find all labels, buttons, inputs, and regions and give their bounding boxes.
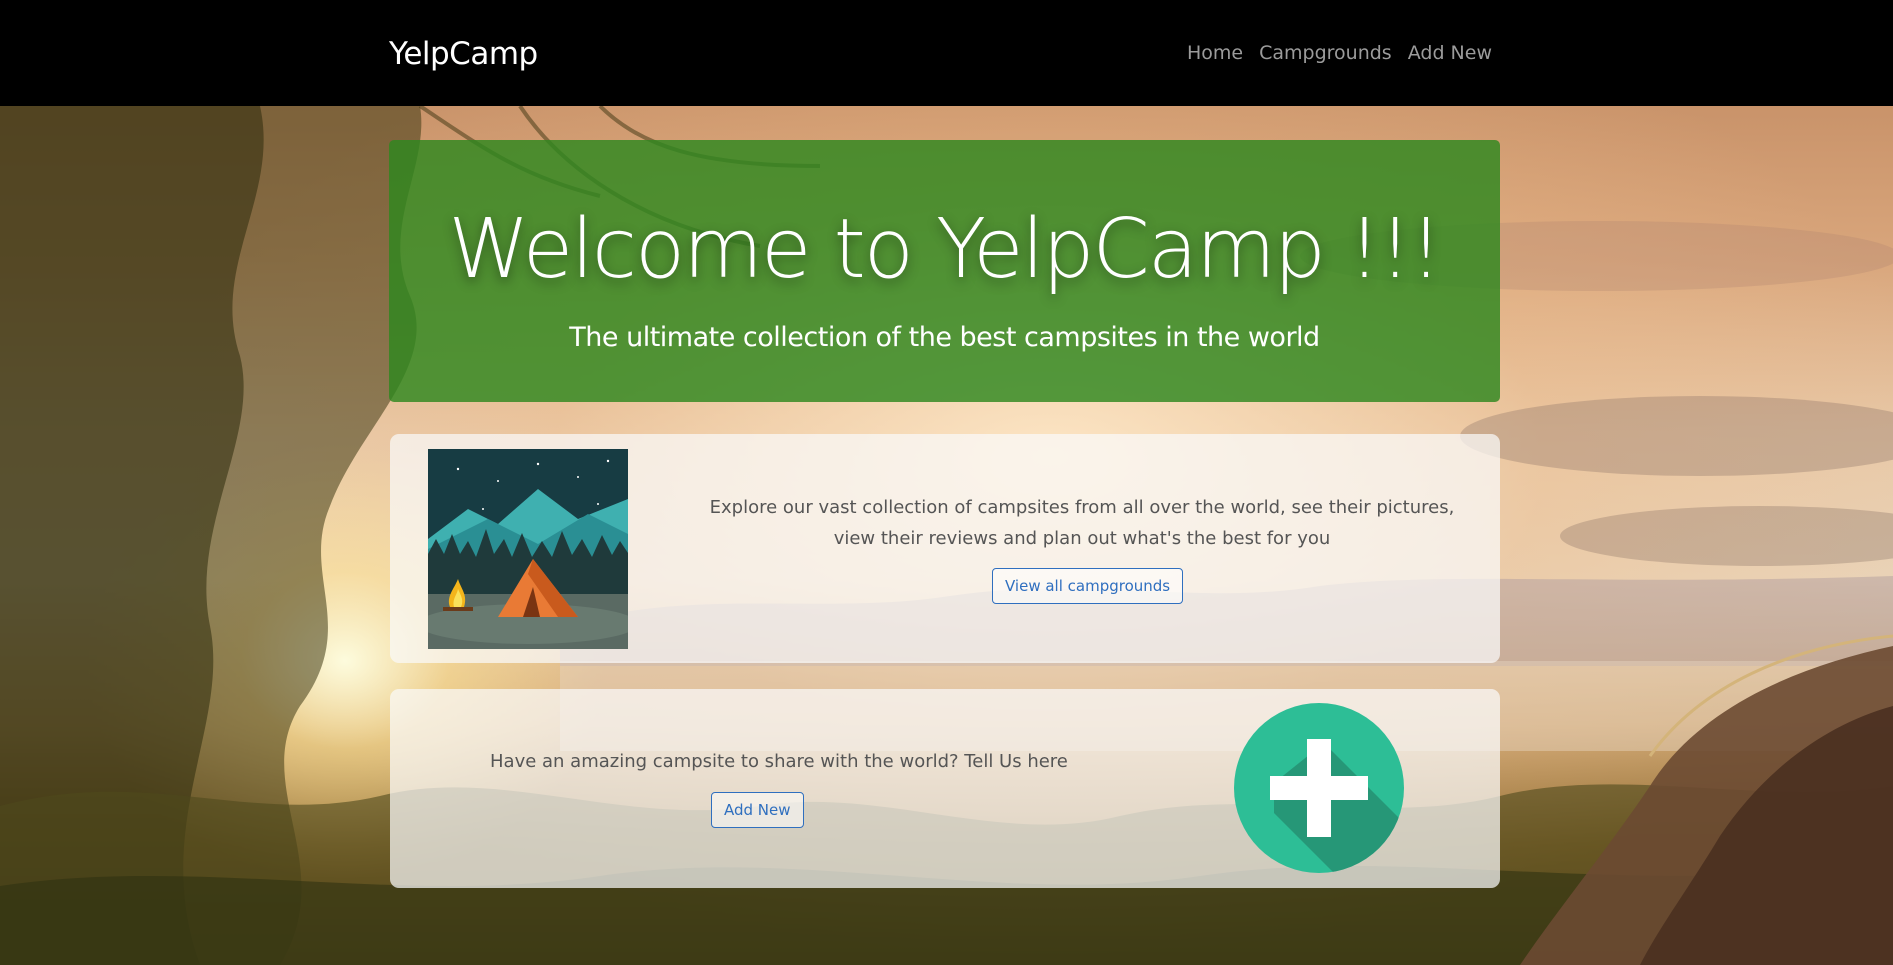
add-new-button[interactable]: Add New	[711, 792, 804, 828]
explore-card: Explore our vast collection of campsites…	[390, 434, 1500, 663]
navbar: YelpCamp Home Campgrounds Add New	[0, 0, 1893, 106]
nav-link-home[interactable]: Home	[1187, 42, 1243, 64]
tent-campfire-illustration-icon	[428, 449, 628, 649]
hero-jumbotron: Welcome to YelpCamp !!! The ultimate col…	[389, 140, 1500, 402]
add-campsite-description: Have an amazing campsite to share with t…	[490, 751, 1068, 772]
plus-icon[interactable]	[1234, 703, 1404, 873]
add-campsite-card: Have an amazing campsite to share with t…	[390, 689, 1500, 888]
view-all-campgrounds-button[interactable]: View all campgrounds	[992, 568, 1184, 604]
brand-logo[interactable]: YelpCamp	[389, 36, 538, 72]
nav-link-campgrounds[interactable]: Campgrounds	[1259, 42, 1392, 64]
hero-subtitle: The ultimate collection of the best camp…	[569, 322, 1320, 353]
explore-description: Explore our vast collection of campsites…	[709, 497, 1455, 549]
hero-title: Welcome to YelpCamp !!!	[448, 202, 1442, 297]
nav-links: Home Campgrounds Add New	[1187, 42, 1492, 64]
nav-link-add-new[interactable]: Add New	[1408, 42, 1492, 64]
